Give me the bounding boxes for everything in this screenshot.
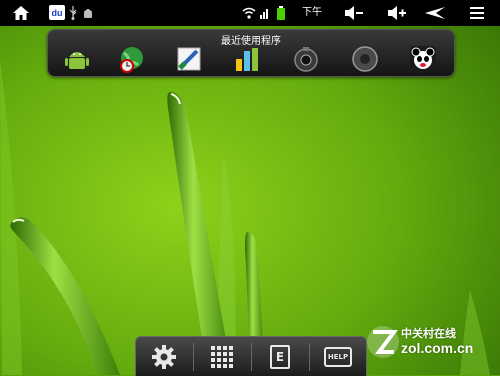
clock: 下午 4:33 bbox=[301, 7, 323, 44]
watermark-url: zol.com.cn bbox=[401, 340, 474, 356]
ebook-label: E bbox=[275, 349, 285, 364]
bottom-dock: E HELP bbox=[135, 336, 367, 376]
bar-chart-icon[interactable] bbox=[233, 45, 261, 73]
baidu-du-icon: du bbox=[49, 5, 65, 20]
home-icon[interactable] bbox=[8, 0, 34, 26]
usb-icon bbox=[66, 0, 80, 26]
android-market-icon[interactable] bbox=[63, 45, 91, 73]
zol-watermark: 中关村在线 zol.com.cn bbox=[366, 320, 500, 370]
back-icon[interactable] bbox=[420, 0, 450, 26]
volume-up-icon[interactable] bbox=[383, 0, 411, 26]
wifi-icon bbox=[241, 0, 257, 26]
camera-icon[interactable] bbox=[292, 45, 320, 73]
battery-icon bbox=[274, 0, 288, 26]
signal-icon bbox=[259, 0, 271, 26]
paint-brush-icon[interactable] bbox=[175, 45, 203, 73]
help-icon[interactable]: HELP bbox=[310, 337, 366, 376]
ebook-icon[interactable]: E bbox=[252, 337, 308, 376]
speaker-icon[interactable] bbox=[351, 45, 379, 73]
recent-apps-panel: 最近使用程序 bbox=[47, 29, 455, 77]
panda-icon[interactable] bbox=[409, 45, 437, 73]
android-debug-icon bbox=[81, 0, 95, 26]
volume-down-icon[interactable] bbox=[340, 0, 368, 26]
menu-icon[interactable] bbox=[464, 0, 490, 26]
world-clock-icon[interactable] bbox=[118, 45, 146, 73]
du-label: du bbox=[51, 7, 63, 18]
zol-logo-icon bbox=[367, 326, 399, 358]
watermark-cn-text: 中关村在线 bbox=[401, 327, 456, 340]
settings-gear-icon[interactable] bbox=[136, 337, 192, 376]
help-label: HELP bbox=[327, 352, 349, 361]
app-grid-icon[interactable] bbox=[194, 337, 250, 376]
status-bar: du 下午 4:33 bbox=[0, 0, 500, 44]
